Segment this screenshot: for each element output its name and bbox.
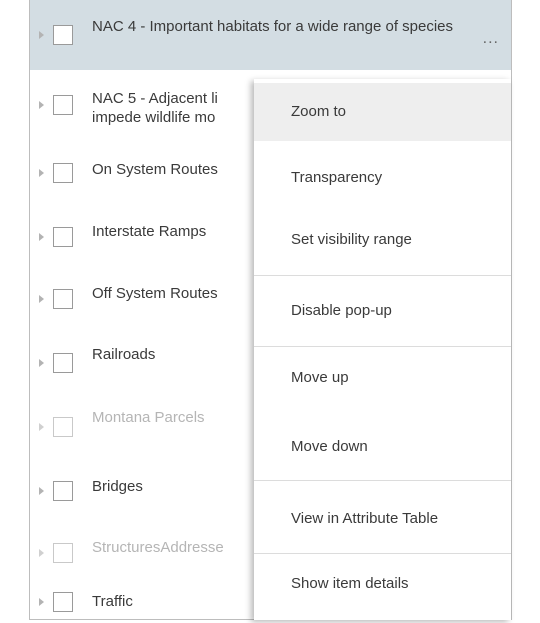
menu-item-zoom-to[interactable]: Zoom to [254, 83, 511, 141]
menu-item-show-item-details[interactable]: Show item details [254, 559, 511, 609]
layer-visibility-checkbox[interactable] [53, 95, 73, 115]
layer-label: Railroads [92, 346, 156, 363]
expand-arrow-icon[interactable] [39, 295, 44, 303]
expand-arrow-icon[interactable] [39, 169, 44, 177]
more-options-icon[interactable]: ... [483, 31, 499, 47]
layer-label: NAC 4 - Important habitats for a wide ra… [92, 18, 454, 35]
expand-arrow-icon[interactable] [39, 598, 44, 606]
layer-visibility-checkbox[interactable] [53, 163, 73, 183]
layer-label: Interstate Ramps [92, 223, 207, 240]
layer-label-line2: impede wildlife mo [92, 109, 216, 126]
layer-label: Off System Routes [92, 285, 218, 302]
expand-arrow-icon[interactable] [39, 101, 44, 109]
menu-separator [254, 346, 511, 347]
layer-context-menu: Zoom to Transparency Set visibility rang… [254, 79, 511, 620]
layer-visibility-checkbox[interactable] [53, 227, 73, 247]
layer-label: On System Routes [92, 161, 218, 178]
layer-visibility-checkbox[interactable] [53, 353, 73, 373]
expand-arrow-icon[interactable] [39, 31, 44, 39]
layer-row-nac4[interactable]: NAC 4 - Important habitats for a wide ra… [30, 0, 511, 70]
layer-label-line1: NAC 5 - Adjacent li [92, 90, 218, 107]
expand-arrow-icon[interactable] [39, 423, 44, 431]
layer-label: Traffic [92, 593, 133, 610]
menu-separator [254, 275, 511, 276]
layer-visibility-checkbox[interactable] [53, 543, 73, 563]
menu-item-move-down[interactable]: Move down [254, 422, 511, 472]
layer-label: StructuresAddresse [92, 539, 224, 556]
menu-separator [254, 553, 511, 554]
expand-arrow-icon[interactable] [39, 233, 44, 241]
menu-item-set-visibility-range[interactable]: Set visibility range [254, 215, 511, 265]
menu-item-view-in-attribute-table[interactable]: View in Attribute Table [254, 494, 511, 544]
layer-visibility-checkbox[interactable] [53, 25, 73, 45]
expand-arrow-icon[interactable] [39, 549, 44, 557]
menu-item-move-up[interactable]: Move up [254, 353, 511, 403]
layer-visibility-checkbox[interactable] [53, 592, 73, 612]
layer-label: Montana Parcels [92, 409, 205, 426]
menu-separator [254, 480, 511, 481]
layer-visibility-checkbox[interactable] [53, 289, 73, 309]
menu-item-transparency[interactable]: Transparency [254, 153, 511, 203]
expand-arrow-icon[interactable] [39, 359, 44, 367]
layer-visibility-checkbox[interactable] [53, 481, 73, 501]
menu-item-disable-popup[interactable]: Disable pop-up [254, 286, 511, 336]
expand-arrow-icon[interactable] [39, 487, 44, 495]
layer-label: Bridges [92, 478, 143, 495]
layer-visibility-checkbox[interactable] [53, 417, 73, 437]
